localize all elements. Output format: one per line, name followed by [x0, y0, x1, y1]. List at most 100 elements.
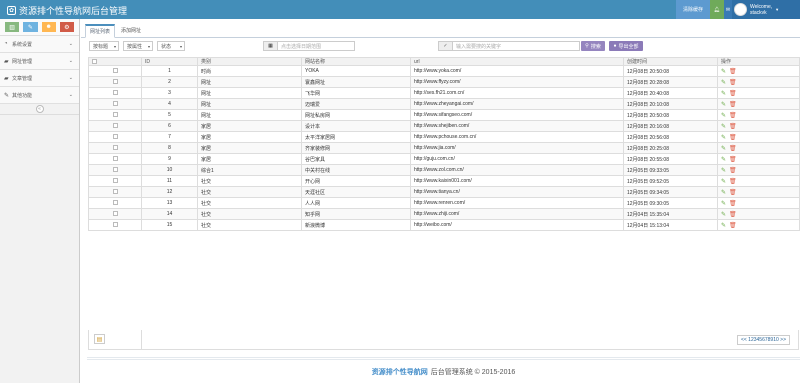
- trash-icon[interactable]: 🗑︎: [729, 135, 737, 141]
- tab-url-list[interactable]: 网址列表: [85, 24, 116, 38]
- trash-icon[interactable]: 🗑︎: [729, 80, 737, 86]
- cell-site-name: 人人网: [301, 197, 411, 209]
- edit-icon[interactable]: ✎: [721, 157, 726, 163]
- edit-icon[interactable]: ✎: [721, 179, 726, 185]
- edit-icon[interactable]: ✎: [721, 135, 726, 141]
- row-checkbox[interactable]: [88, 142, 142, 154]
- edit-icon[interactable]: ✎: [721, 124, 726, 130]
- tab-add-url[interactable]: 添加网址: [117, 23, 145, 37]
- users-icon[interactable]: ☻: [41, 22, 56, 32]
- footer-text: 后台管理系统 © 2015-2016: [430, 368, 516, 376]
- pagination[interactable]: << 12345678910 >>: [736, 335, 790, 345]
- column-header-url[interactable]: url: [410, 57, 624, 66]
- folder-icon: ▰: [4, 58, 9, 65]
- table-row: 6 家居 设计本 http://www.shejiben.com/12月08日 20:…: [88, 120, 800, 132]
- attribute-select[interactable]: 按属性 ▾: [123, 41, 153, 51]
- clear-cache-button[interactable]: 清除缓存: [676, 0, 710, 19]
- select-all-checkbox[interactable]: [88, 57, 142, 66]
- edit-icon[interactable]: ✎: [721, 223, 726, 229]
- cogs-icon[interactable]: ⚙: [59, 22, 74, 32]
- trash-icon[interactable]: 🗑︎: [729, 212, 737, 218]
- cell-id: 13: [141, 197, 198, 209]
- row-actions: ✎ 🗑︎: [717, 164, 800, 176]
- double-angle-left-icon[interactable]: «: [35, 105, 44, 113]
- cell-url: http://www.tianya.cn/: [410, 186, 624, 198]
- edit-icon[interactable]: ✎: [721, 212, 726, 218]
- bell-icon[interactable]: 🔔︎: [710, 0, 724, 19]
- chart-icon[interactable]: ▥: [5, 22, 20, 32]
- trash-icon[interactable]: 🗑︎: [729, 102, 737, 108]
- status-select[interactable]: 状态 ▾: [157, 41, 185, 51]
- row-checkbox[interactable]: [88, 120, 142, 132]
- column-header-category[interactable]: 类别: [197, 57, 302, 66]
- row-actions: ✎ 🗑︎: [717, 153, 800, 165]
- row-checkbox[interactable]: [88, 186, 142, 198]
- row-checkbox[interactable]: [88, 87, 142, 99]
- check-icon: ✓: [439, 42, 453, 50]
- grid-icon[interactable]: ▤: [94, 334, 105, 344]
- edit-icon[interactable]: ✎: [721, 69, 726, 75]
- trash-icon[interactable]: 🗑︎: [729, 179, 737, 185]
- edit-icon[interactable]: ✎: [721, 91, 726, 97]
- cell-created-time: 12月05日 09:33:05: [623, 164, 718, 176]
- pencil-icon[interactable]: ✎: [23, 22, 38, 32]
- trash-icon[interactable]: 🗑︎: [729, 223, 737, 229]
- cell-site-name: 谷巴家具: [301, 153, 411, 165]
- column-header-id[interactable]: ID: [141, 57, 198, 66]
- row-actions: ✎ 🗑︎: [717, 76, 800, 88]
- row-checkbox[interactable]: [88, 208, 142, 220]
- user-menu[interactable]: Welcome, stackvk ▼: [732, 0, 800, 19]
- date-range-field[interactable]: ▦ 点击选择日期范围: [263, 41, 355, 51]
- edit-icon[interactable]: ✎: [721, 146, 726, 152]
- row-actions: ✎ 🗑︎: [717, 197, 800, 209]
- sidebar-item-system-settings[interactable]: ◔ 系统设置 ⌄: [0, 36, 79, 53]
- row-checkbox[interactable]: [88, 76, 142, 88]
- edit-icon[interactable]: ✎: [721, 80, 726, 86]
- column-header-created-time[interactable]: 创建时间: [623, 57, 718, 66]
- edit-icon[interactable]: ✎: [721, 113, 726, 119]
- title-select[interactable]: 按标题 ▾: [89, 41, 119, 51]
- sidebar-item-url-management[interactable]: ▰ 网址管理 ⌄: [0, 53, 79, 70]
- edit-icon[interactable]: ✎: [721, 102, 726, 108]
- cell-id: 12: [141, 186, 198, 198]
- row-checkbox[interactable]: [88, 164, 142, 176]
- cell-site-name: 寰鑫网址: [301, 76, 411, 88]
- row-checkbox[interactable]: [88, 131, 142, 143]
- export-all-button[interactable]: ● 导出全部: [609, 41, 643, 51]
- search-button[interactable]: ⚲ 搜索: [581, 41, 605, 51]
- row-checkbox[interactable]: [88, 219, 142, 231]
- row-checkbox[interactable]: [88, 153, 142, 165]
- trash-icon[interactable]: 🗑︎: [729, 124, 737, 130]
- row-checkbox[interactable]: [88, 65, 142, 77]
- cell-url: http://www.jia.com/: [410, 142, 624, 154]
- brand[interactable]: ✿ 资源排个性导航网后台管理: [7, 4, 127, 17]
- trash-icon[interactable]: 🗑︎: [729, 168, 737, 174]
- column-header-site-name[interactable]: 网站名称: [301, 57, 411, 66]
- trash-icon[interactable]: 🗑︎: [729, 113, 737, 119]
- cell-category: 综合1: [197, 164, 302, 176]
- trash-icon[interactable]: 🗑︎: [729, 69, 737, 75]
- trash-icon[interactable]: 🗑︎: [729, 190, 737, 196]
- sidebar-item-article-management[interactable]: ▰ 文章管理 ⌄: [0, 70, 79, 87]
- row-checkbox[interactable]: [88, 109, 142, 121]
- trash-icon[interactable]: 🗑︎: [729, 201, 737, 207]
- edit-icon[interactable]: ✎: [721, 190, 726, 196]
- cell-id: 7: [141, 131, 198, 143]
- cell-category: 时尚: [197, 65, 302, 77]
- cell-id: 15: [141, 219, 198, 231]
- cell-created-time: 12月08日 20:10:08: [623, 98, 718, 110]
- table-row: 12 社交 天涯社区 http://www.tianya.cn/12月05日 09:3…: [88, 186, 800, 198]
- trash-icon[interactable]: 🗑︎: [729, 146, 737, 152]
- edit-icon[interactable]: ✎: [721, 201, 726, 207]
- row-checkbox[interactable]: [88, 98, 142, 110]
- trash-icon[interactable]: 🗑︎: [729, 157, 737, 163]
- cell-url: http://www.ffyzy.com/: [410, 76, 624, 88]
- message-icon[interactable]: ✉︎: [724, 0, 732, 19]
- trash-icon[interactable]: 🗑︎: [729, 91, 737, 97]
- edit-icon[interactable]: ✎: [721, 168, 726, 174]
- keyword-search-input[interactable]: ✓ 输入需要搜的关键字: [438, 41, 580, 51]
- sidebar-item-other-functions[interactable]: ✎ 其他功能 ⌄: [0, 87, 79, 104]
- cell-id: 11: [141, 175, 198, 187]
- row-checkbox[interactable]: [88, 197, 142, 209]
- row-checkbox[interactable]: [88, 175, 142, 187]
